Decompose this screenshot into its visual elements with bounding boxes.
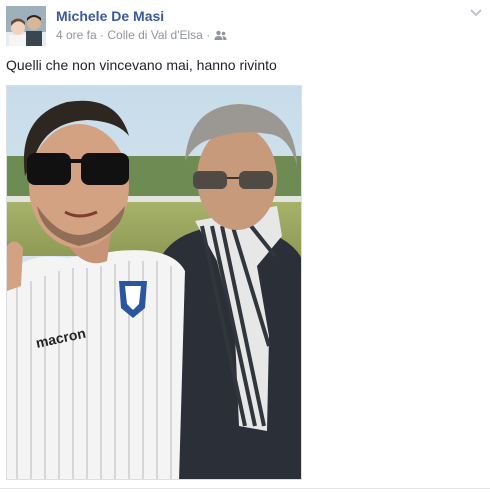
meta-separator: · bbox=[206, 28, 211, 42]
avatar-image bbox=[6, 6, 46, 46]
facebook-post: Michele De Masi 4 ore fa · Colle di Val … bbox=[0, 0, 490, 493]
post-text: Quelli che non vincevano mai, hanno rivi… bbox=[6, 57, 277, 73]
post-divider bbox=[0, 488, 490, 489]
post-photo[interactable]: macron bbox=[6, 85, 302, 480]
author-name-link[interactable]: Michele De Masi bbox=[56, 8, 164, 24]
meta-separator: · bbox=[100, 28, 105, 42]
selfie-photo: macron bbox=[7, 86, 301, 479]
post-meta: 4 ore fa · Colle di Val d'Elsa · bbox=[56, 28, 227, 44]
author-avatar[interactable] bbox=[6, 6, 46, 46]
post-location[interactable]: Colle di Val d'Elsa bbox=[107, 28, 202, 42]
friends-icon[interactable] bbox=[214, 30, 227, 44]
post-timestamp[interactable]: 4 ore fa bbox=[56, 28, 97, 42]
chevron-down-icon[interactable] bbox=[468, 6, 484, 20]
